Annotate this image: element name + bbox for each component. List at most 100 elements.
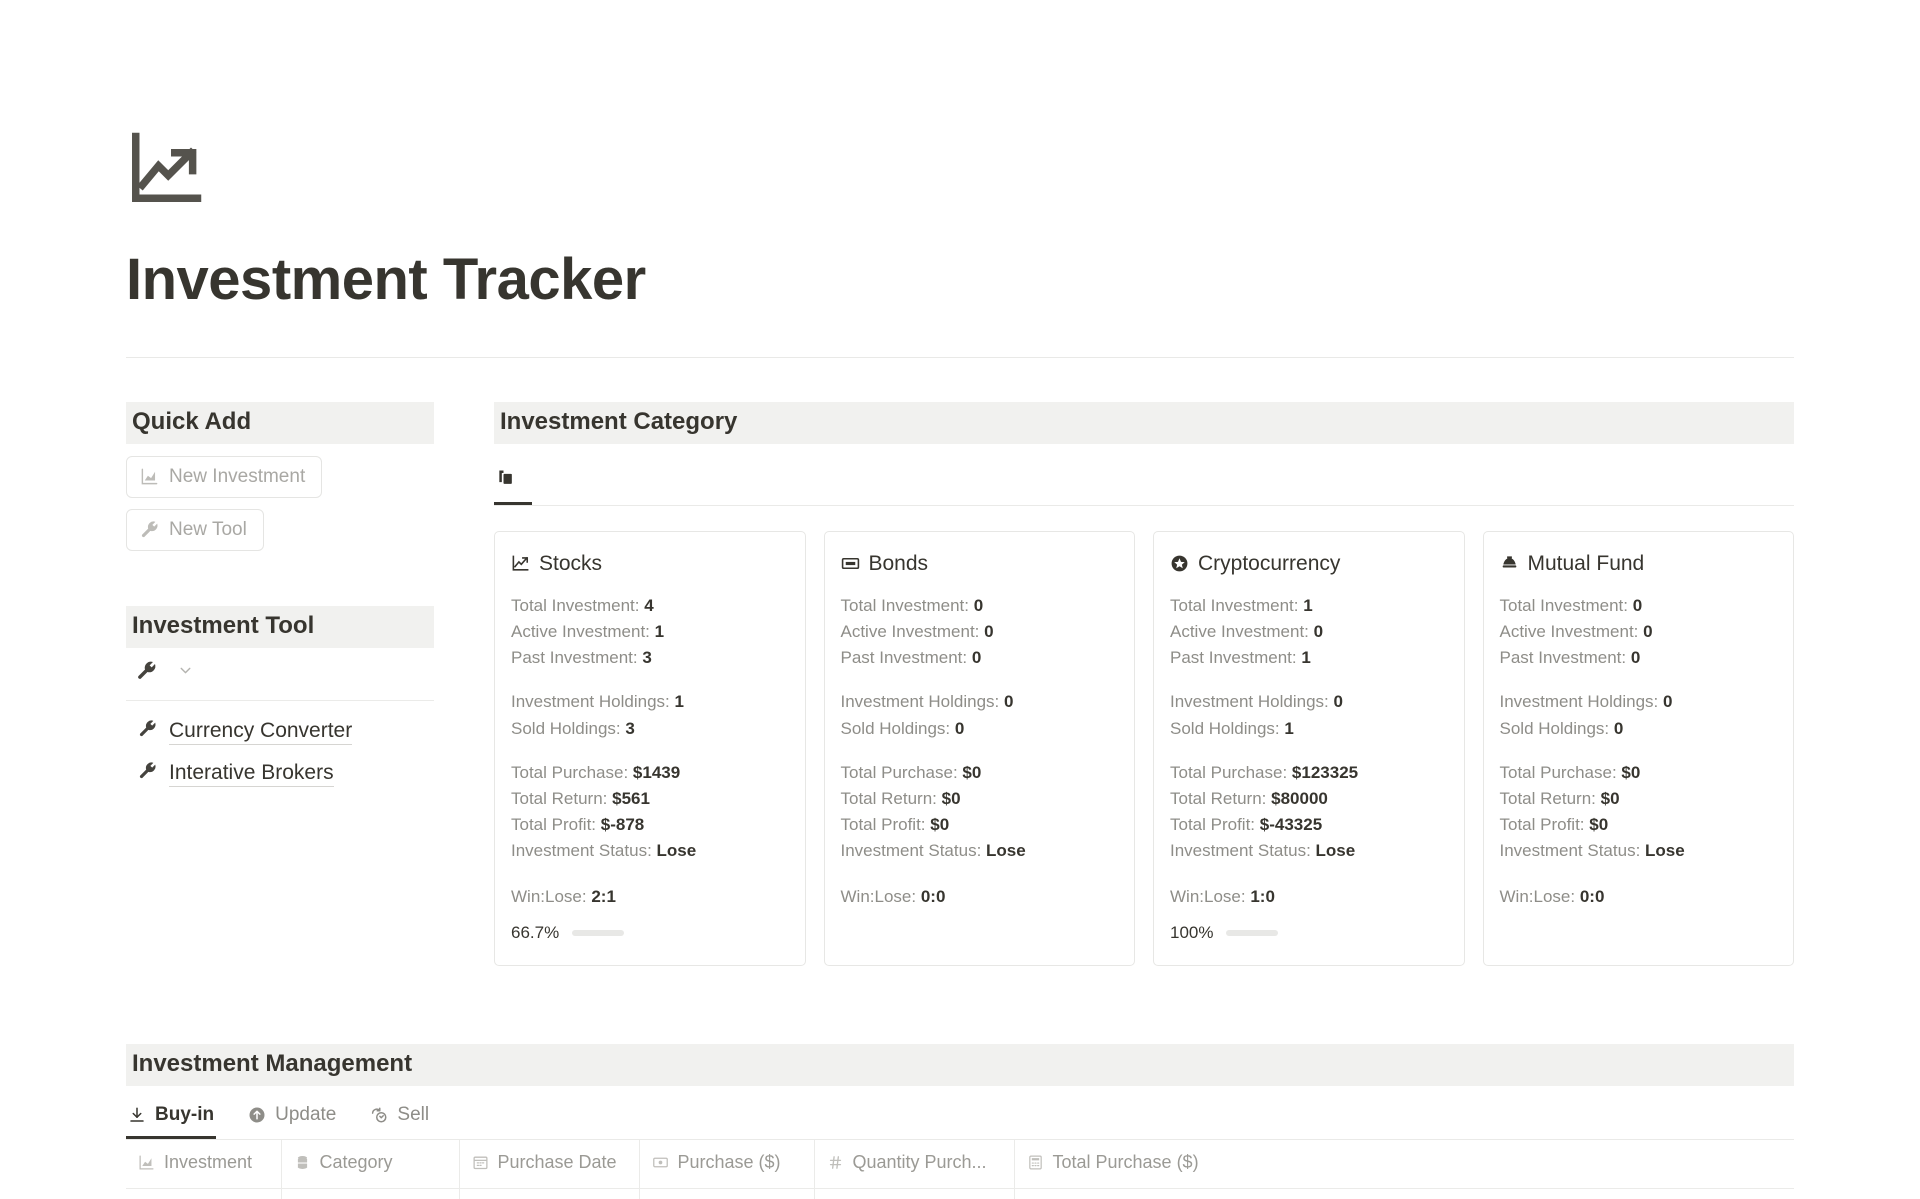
sidebar: Quick Add New Investment New Tool Invest… — [126, 401, 434, 966]
stat-total-investment: Total Investment: 0 — [840, 595, 984, 615]
area-chart-icon — [140, 467, 159, 486]
tool-link-currency-converter[interactable]: Currency Converter — [126, 715, 434, 749]
tool-link-interative-brokers[interactable]: Interative Brokers — [126, 757, 434, 791]
progress-row: 100% — [1170, 923, 1448, 943]
stat-total-purchase: Total Purchase: $0 — [840, 762, 982, 782]
investment-tool-heading: Investment Tool — [126, 605, 434, 648]
stat-total-profit: Total Profit: $-43325 — [1170, 815, 1323, 835]
stat-investment-holdings: Investment Holdings: 0 — [840, 692, 1014, 712]
calendar-icon — [472, 1154, 489, 1171]
card-title: Cryptocurrency — [1198, 551, 1341, 575]
cell-quantity[interactable]: 1 — [814, 1188, 1015, 1199]
main-column: Investment Category Stocks Total Investm… — [494, 401, 1794, 966]
progress-row: 66.7% — [511, 923, 789, 943]
card-title: Mutual Fund — [1527, 551, 1645, 575]
tab-label: Sell — [397, 1103, 430, 1125]
tab-sell[interactable]: Sell — [368, 1094, 431, 1139]
stat-investment-status: Investment Status: Lose — [1499, 841, 1685, 861]
stat-total-return: Total Return: $561 — [511, 788, 650, 808]
cycle-arrows-icon — [370, 1106, 388, 1124]
category-tabs — [494, 458, 1794, 506]
tab-update[interactable]: Update — [246, 1094, 338, 1139]
page-title: Investment Tracker — [126, 247, 646, 312]
briefcase-icon — [1500, 554, 1519, 573]
column-header-quantity[interactable]: Quantity Purch... — [814, 1139, 1015, 1189]
bond-ticket-icon — [841, 554, 860, 573]
management-tabs: Buy-in Update Sell — [126, 1094, 1794, 1140]
stat-investment-status: Investment Status: Lose — [1170, 841, 1356, 861]
category-cards: Stocks Total Investment: 4 Active Invest… — [494, 530, 1794, 966]
new-tool-button[interactable]: New Tool — [126, 508, 264, 551]
category-tab-cards[interactable] — [494, 458, 532, 505]
stat-active-investment: Active Investment: 0 — [1170, 622, 1324, 642]
cell-investment[interactable]: TSLA — [126, 1188, 282, 1199]
stat-sold-holdings: Sold Holdings: 3 — [511, 718, 635, 738]
column-header-category[interactable]: Category — [281, 1139, 460, 1189]
stat-total-investment: Total Investment: 1 — [1170, 595, 1313, 615]
stat-win-lose: Win:Lose: 1:0 — [1170, 887, 1275, 907]
new-investment-button[interactable]: New Investment — [126, 455, 323, 498]
cell-category[interactable]: Stocks — [281, 1188, 460, 1199]
investment-management-heading: Investment Management — [126, 1043, 1794, 1086]
download-arrow-icon — [128, 1106, 146, 1124]
investment-tracker-page: Investment Tracker Quick Add New Investm… — [0, 0, 1920, 1199]
stat-investment-holdings: Investment Holdings: 1 — [511, 692, 684, 712]
stat-win-lose: Win:Lose: 2:1 — [511, 887, 616, 907]
table-row[interactable]: TSLA Stocks January 31, 2024 $358.0 — [126, 1188, 1794, 1199]
column-label: Category — [319, 1151, 393, 1172]
cell-purchase-date[interactable]: January 31, 2024 — [459, 1188, 640, 1199]
tab-buy-in[interactable]: Buy-in — [126, 1094, 217, 1139]
wrench-icon — [140, 520, 159, 539]
cell-purchase[interactable]: $358.00 — [639, 1188, 815, 1199]
stat-total-investment: Total Investment: 4 — [511, 595, 654, 615]
database-icon — [294, 1154, 311, 1171]
stat-past-investment: Past Investment: 0 — [1499, 648, 1641, 668]
category-card[interactable]: Mutual Fund Total Investment: 0 Active I… — [1482, 530, 1794, 966]
stat-sold-holdings: Sold Holdings: 0 — [840, 718, 965, 738]
column-label: Purchase ($) — [677, 1151, 781, 1172]
stat-total-purchase: Total Purchase: $123325 — [1170, 762, 1359, 782]
stat-win-lose: Win:Lose: 0:0 — [1499, 887, 1605, 907]
stat-past-investment: Past Investment: 3 — [511, 648, 652, 668]
stat-investment-holdings: Investment Holdings: 0 — [1499, 692, 1673, 712]
line-chart-up-icon — [126, 130, 204, 208]
new-investment-label: New Investment — [169, 465, 306, 487]
column-label: Investment — [164, 1151, 253, 1172]
column-header-purchase[interactable]: Purchase ($) — [639, 1139, 815, 1189]
stat-total-investment: Total Investment: 0 — [1499, 595, 1643, 615]
stat-total-profit: Total Profit: $-878 — [511, 815, 645, 835]
stat-active-investment: Active Investment: 0 — [840, 622, 994, 642]
column-header-purchase-date[interactable]: Purchase Date — [459, 1139, 640, 1189]
stat-total-return: Total Return: $0 — [840, 788, 961, 808]
stat-sold-holdings: Sold Holdings: 0 — [1499, 718, 1624, 738]
category-card[interactable]: Stocks Total Investment: 4 Active Invest… — [494, 530, 806, 966]
category-card[interactable]: Bonds Total Investment: 0 Active Investm… — [823, 530, 1135, 966]
chevron-down-icon[interactable] — [177, 662, 194, 684]
card-header: Stocks — [511, 552, 789, 576]
stat-total-purchase: Total Purchase: $1439 — [511, 762, 681, 782]
progress-label: 100% — [1170, 922, 1214, 942]
card-header: Mutual Fund — [1500, 552, 1778, 576]
cell-total-purchase[interactable]: $358.00 — [1014, 1188, 1794, 1199]
card-header: Bonds — [841, 552, 1119, 576]
wrench-icon — [138, 761, 157, 786]
investment-table: Investment Category Purchase Date Purcha… — [126, 1139, 1794, 1199]
wrench-icon — [136, 660, 157, 686]
column-header-investment[interactable]: Investment — [126, 1139, 282, 1189]
stat-total-profit: Total Profit: $0 — [1499, 815, 1609, 835]
calculator-icon — [1027, 1154, 1044, 1171]
card-title: Stocks — [539, 551, 603, 575]
investment-tool-toggle[interactable] — [126, 648, 434, 700]
stat-win-lose: Win:Lose: 0:0 — [840, 887, 946, 907]
category-card[interactable]: Cryptocurrency Total Investment: 1 Activ… — [1153, 530, 1465, 966]
stat-investment-holdings: Investment Holdings: 0 — [1170, 692, 1343, 712]
column-header-total-purchase[interactable]: Total Purchase ($) — [1014, 1139, 1794, 1189]
stat-investment-status: Investment Status: Lose — [511, 841, 697, 861]
content-area: Quick Add New Investment New Tool Invest… — [0, 401, 1920, 966]
